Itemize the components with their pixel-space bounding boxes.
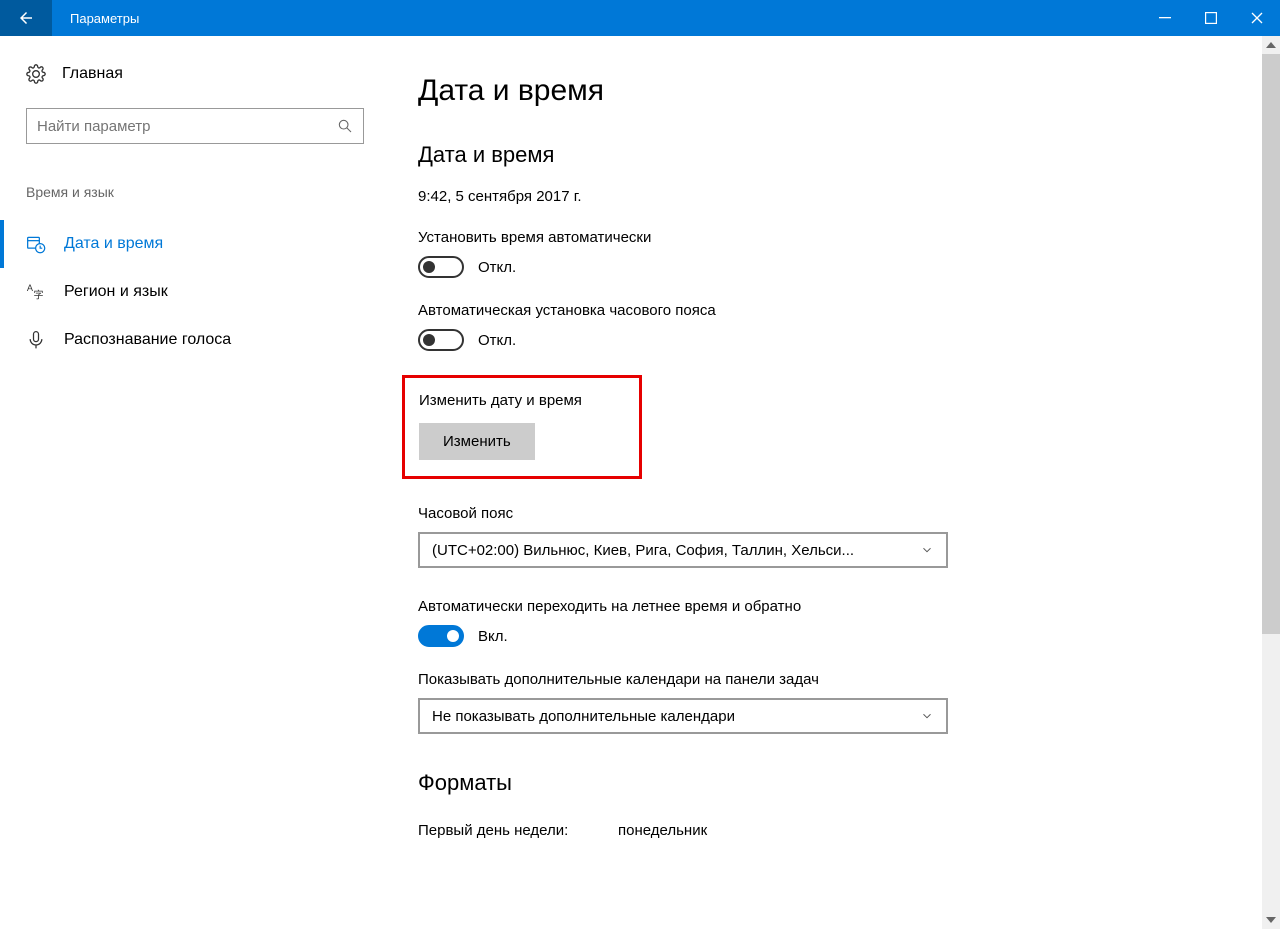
close-icon [1251, 12, 1263, 24]
sidebar-home[interactable]: Главная [26, 64, 344, 84]
back-button[interactable] [0, 0, 52, 36]
chevron-up-icon [1266, 42, 1276, 48]
auto-timezone-state: Откл. [478, 332, 516, 349]
first-day-label: Первый день недели: [418, 822, 618, 839]
auto-time-state: Откл. [478, 259, 516, 276]
timezone-select[interactable]: (UTC+02:00) Вильнюс, Киев, Рига, София, … [418, 532, 948, 568]
timezone-label: Часовой пояс [418, 505, 1280, 522]
scroll-down-button[interactable] [1262, 911, 1280, 929]
minimize-button[interactable] [1142, 0, 1188, 36]
current-datetime: 9:42, 5 сентября 2017 г. [418, 188, 1280, 205]
scrollbar[interactable] [1262, 36, 1280, 929]
minimize-icon [1159, 12, 1171, 24]
chevron-down-icon [920, 543, 934, 557]
search-input[interactable] [37, 118, 337, 135]
dst-label: Автоматически переходить на летнее время… [418, 598, 1280, 615]
sidebar-item-label: Регион и язык [64, 283, 168, 301]
sidebar-item-region[interactable]: A字 Регион и язык [0, 268, 370, 316]
dst-toggle[interactable] [418, 625, 464, 647]
maximize-button[interactable] [1188, 0, 1234, 36]
sidebar-section-label: Время и язык [26, 184, 344, 200]
formats-section-title: Форматы [418, 770, 1280, 796]
first-day-value: понедельник [618, 822, 707, 839]
dst-state: Вкл. [478, 628, 508, 645]
language-icon: A字 [26, 282, 46, 302]
search-icon [337, 118, 353, 134]
arrow-left-icon [17, 9, 35, 27]
change-datetime-label: Изменить дату и время [419, 392, 625, 409]
calendars-label: Показывать дополнительные календари на п… [418, 671, 1280, 688]
sidebar-item-label: Распознавание голоса [64, 331, 231, 349]
scroll-thumb[interactable] [1262, 54, 1280, 634]
calendars-value: Не показывать дополнительные календари [432, 708, 735, 725]
scroll-up-button[interactable] [1262, 36, 1280, 54]
auto-time-label: Установить время автоматически [418, 229, 1280, 246]
close-button[interactable] [1234, 0, 1280, 36]
chevron-down-icon [920, 709, 934, 723]
titlebar: Параметры [0, 0, 1280, 36]
sidebar-item-datetime[interactable]: Дата и время [0, 220, 370, 268]
gear-icon [26, 64, 46, 84]
timezone-value: (UTC+02:00) Вильнюс, Киев, Рига, София, … [432, 542, 854, 559]
content-pane: Дата и время Дата и время 9:42, 5 сентяб… [370, 36, 1280, 929]
sidebar: Главная Время и язык Дата и время A字 Рег… [0, 36, 370, 929]
calendars-select[interactable]: Не показывать дополнительные календари [418, 698, 948, 734]
change-datetime-highlight: Изменить дату и время Изменить [402, 375, 642, 479]
change-button[interactable]: Изменить [419, 423, 535, 460]
maximize-icon [1205, 12, 1217, 24]
microphone-icon [26, 330, 46, 350]
sidebar-item-speech[interactable]: Распознавание голоса [0, 316, 370, 364]
chevron-down-icon [1266, 917, 1276, 923]
datetime-section-title: Дата и время [418, 142, 1280, 168]
search-box[interactable] [26, 108, 364, 144]
page-title: Дата и время [418, 74, 1280, 108]
auto-time-toggle[interactable] [418, 256, 464, 278]
auto-timezone-toggle[interactable] [418, 329, 464, 351]
auto-timezone-label: Автоматическая установка часового пояса [418, 302, 1280, 319]
window-title: Параметры [52, 11, 1142, 26]
calendar-clock-icon [26, 234, 46, 254]
svg-text:字: 字 [34, 289, 44, 302]
sidebar-home-label: Главная [62, 65, 123, 83]
sidebar-item-label: Дата и время [64, 235, 163, 253]
